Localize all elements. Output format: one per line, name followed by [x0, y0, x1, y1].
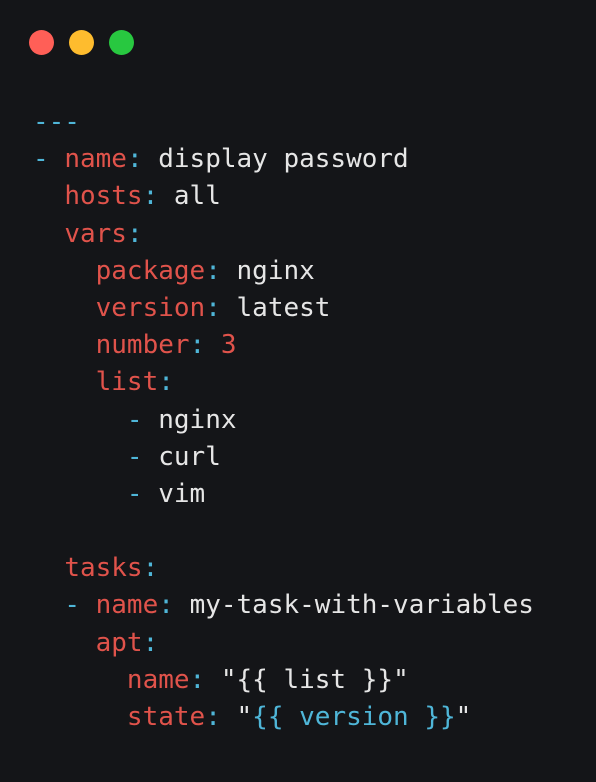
list-dash: -	[126, 404, 143, 435]
yaml-colon: :	[142, 627, 159, 658]
yaml-key: name	[64, 144, 127, 175]
list-dash: -	[33, 144, 49, 175]
list-dash: -	[64, 590, 80, 621]
yaml-list-item: vim	[158, 478, 206, 509]
string-quote: "	[220, 664, 237, 695]
yaml-template-string: {{ list }}	[236, 664, 394, 695]
maximize-button[interactable]	[109, 30, 134, 55]
yaml-key: vars	[64, 218, 127, 249]
yaml-colon: :	[158, 590, 174, 621]
code-line-list-item: - nginx	[33, 402, 534, 439]
code-line-vars: vars:	[33, 216, 534, 253]
code-line-number: number: 3	[33, 327, 534, 364]
code-line-version: version: latest	[33, 290, 534, 327]
yaml-key: tasks	[64, 553, 143, 584]
yaml-colon: :	[189, 664, 206, 695]
yaml-list-item: curl	[158, 441, 221, 472]
yaml-list-item: nginx	[158, 404, 237, 435]
yaml-key: state	[126, 702, 206, 732]
yaml-value: latest	[236, 292, 331, 323]
code-line-tasks: tasks:	[33, 550, 534, 587]
yaml-value: all	[173, 181, 221, 212]
yaml-colon: :	[205, 702, 221, 732]
yaml-value: nginx	[236, 255, 315, 286]
yaml-colon: :	[142, 181, 159, 212]
code-line-doc-start: ---	[33, 104, 534, 141]
code-line-apt-name: name: "{{ list }}"	[33, 662, 534, 699]
string-quote: "	[236, 702, 253, 732]
code-line-list: list:	[33, 364, 534, 401]
minimize-button[interactable]	[69, 30, 94, 55]
yaml-code-block: --- - name: display password hosts: all v…	[33, 104, 534, 736]
yaml-colon: :	[189, 330, 206, 361]
code-line-task-name: - name: my-task-with-variables	[33, 587, 534, 624]
yaml-key: name	[95, 590, 159, 621]
code-line-apt: apt:	[33, 625, 534, 662]
code-line-play-name: - name: display password	[33, 141, 534, 178]
yaml-key: apt	[95, 627, 143, 658]
window-controls	[29, 30, 134, 55]
yaml-colon: :	[205, 255, 221, 286]
yaml-key: hosts	[64, 181, 143, 212]
yaml-colon: :	[158, 367, 174, 398]
code-line-apt-state: state: "{{ version }}"	[33, 699, 534, 736]
doc-start-marker: ---	[33, 107, 80, 137]
yaml-value: display password	[158, 144, 409, 175]
list-dash: -	[126, 441, 143, 472]
close-button[interactable]	[29, 30, 54, 55]
code-window: --- - name: display password hosts: all v…	[0, 0, 596, 782]
yaml-colon: :	[126, 218, 143, 249]
yaml-colon: :	[142, 553, 159, 584]
code-line-package: package: nginx	[33, 253, 534, 290]
yaml-colon: :	[126, 144, 143, 175]
yaml-value: my-task-with-variables	[189, 590, 534, 621]
yaml-number-value: 3	[220, 330, 237, 361]
code-line-hosts: hosts: all	[33, 178, 534, 215]
yaml-key: name	[126, 664, 190, 695]
yaml-colon: :	[205, 292, 221, 323]
yaml-key: number	[95, 330, 190, 361]
code-line-list-item: - vim	[33, 476, 534, 513]
code-line-list-item: - curl	[33, 439, 534, 476]
yaml-template-string: {{ version }}	[252, 702, 456, 732]
list-dash: -	[126, 478, 143, 509]
yaml-key: package	[95, 255, 206, 286]
string-quote: "	[455, 702, 472, 732]
yaml-key: list	[95, 367, 159, 398]
string-quote: "	[393, 664, 409, 695]
yaml-key: version	[95, 292, 206, 323]
